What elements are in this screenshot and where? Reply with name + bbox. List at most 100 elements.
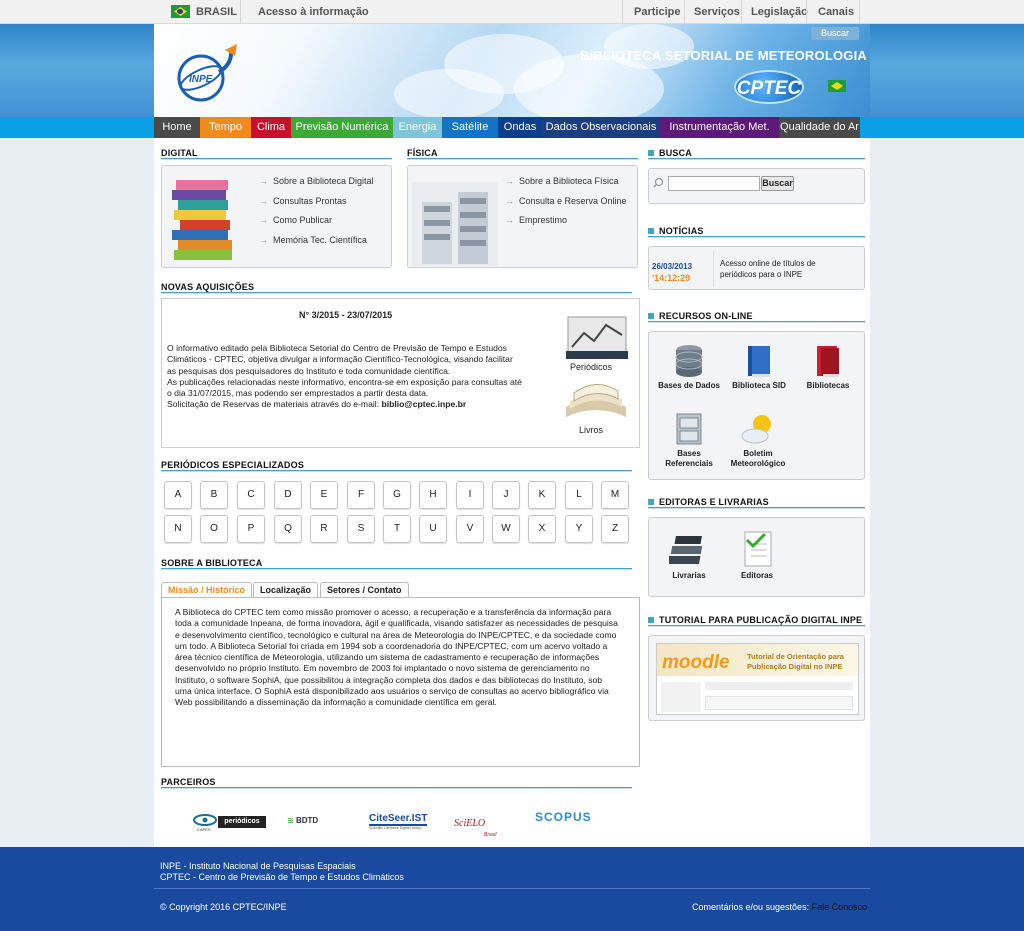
digital-link-consultas[interactable]: Consultas Prontas <box>273 196 347 206</box>
fisica-link-sobre[interactable]: Sobre a Biblioteca Física <box>519 176 619 186</box>
digital-link-publicar[interactable]: Como Publicar <box>273 215 332 225</box>
books-pile-icon <box>667 536 703 564</box>
header-search-button[interactable]: Buscar <box>811 27 859 40</box>
letter-button-i[interactable]: I <box>456 481 484 509</box>
letter-button-j[interactable]: J <box>492 481 520 509</box>
letter-button-q[interactable]: Q <box>274 515 302 543</box>
letter-button-l[interactable]: L <box>565 481 593 509</box>
filing-cabinet-icon <box>676 413 702 445</box>
digital-link-memoria[interactable]: Memória Tec. Científica <box>273 235 367 245</box>
letter-button-h[interactable]: H <box>419 481 447 509</box>
fisica-link-emprestimo[interactable]: Emprestimo <box>519 215 567 225</box>
language-flag-icon[interactable] <box>828 80 846 92</box>
novas-email-link[interactable]: biblio@cptec.inpe.br <box>381 399 466 409</box>
gov-canais-link[interactable]: Canais <box>818 6 854 18</box>
letter-button-k[interactable]: K <box>528 481 556 509</box>
recurso-boletim[interactable]: Boletim Meteorológico <box>723 412 793 469</box>
letter-button-c[interactable]: C <box>237 481 265 509</box>
bullet-square-icon <box>648 617 654 623</box>
tab-missao[interactable]: Missão / Histórico <box>161 582 253 598</box>
bookshelf-icon <box>412 182 498 266</box>
inpe-logo-icon[interactable]: INPE <box>175 42 243 104</box>
letter-button-n[interactable]: N <box>164 515 192 543</box>
letter-button-d[interactable]: D <box>274 481 302 509</box>
recurso-biblioteca-sid[interactable]: Biblioteca SID <box>727 344 791 390</box>
letter-button-s[interactable]: S <box>347 515 375 543</box>
partner-capes-logo[interactable]: CAPES <box>193 813 219 832</box>
letter-button-z[interactable]: Z <box>601 515 629 543</box>
gov-brasil-link[interactable]: BRASIL <box>196 6 237 18</box>
letter-button-t[interactable]: T <box>383 515 411 543</box>
partner-citeseer-logo[interactable]: CiteSeer.IST <box>369 813 428 826</box>
recurso-bases-referenciais[interactable]: Bases Referenciais <box>659 412 719 469</box>
livros-label[interactable]: Livros <box>579 425 603 435</box>
letter-button-b[interactable]: B <box>200 481 228 509</box>
letter-button-v[interactable]: V <box>456 515 484 543</box>
editoras-link[interactable]: Editoras <box>733 530 781 580</box>
checklist-icon <box>744 531 772 567</box>
fisica-link-consulta[interactable]: Consulta e Reserva Online <box>519 196 627 206</box>
livros-icon[interactable] <box>564 377 628 423</box>
partner-bdtd-logo[interactable]: ≋ BDTD <box>287 816 318 825</box>
footer <box>0 847 1024 931</box>
search-input[interactable] <box>668 176 760 191</box>
menu-item-ondas[interactable]: Ondas <box>498 117 542 138</box>
menu-item-instrumenta-o-met-[interactable]: Instrumentação Met. <box>660 117 779 138</box>
digital-link-sobre[interactable]: Sobre a Biblioteca Digital <box>273 176 374 186</box>
footer-copyright: © Copyright 2016 CPTEC/INPE <box>160 902 287 912</box>
gov-access-link[interactable]: Acesso à informação <box>258 6 369 18</box>
tab-setores[interactable]: Setores / Contato <box>320 582 409 598</box>
letter-button-e[interactable]: E <box>310 481 338 509</box>
search-button[interactable]: Buscar <box>761 176 794 191</box>
recurso-bibliotecas[interactable]: Bibliotecas <box>797 344 859 390</box>
weather-sun-cloud-icon <box>741 415 771 444</box>
noticias-title: NOTÍCIAS <box>659 226 704 236</box>
news-time: '14:12:29 <box>652 273 691 283</box>
letter-button-w[interactable]: W <box>492 515 520 543</box>
menu-item-tempo[interactable]: Tempo <box>200 117 251 138</box>
letter-button-r[interactable]: R <box>310 515 338 543</box>
menu-item-home[interactable]: Home <box>154 117 200 138</box>
bullet-square-icon <box>648 150 654 156</box>
letter-button-u[interactable]: U <box>419 515 447 543</box>
cptec-logo-icon[interactable]: CPTEC <box>734 70 804 104</box>
gov-servicos-link[interactable]: Serviços <box>694 6 740 18</box>
gov-participe-link[interactable]: Participe <box>634 6 680 18</box>
divider <box>684 0 685 24</box>
tutorial-box[interactable]: moodle Tutorial de Orientação para Public… <box>648 635 865 721</box>
gov-legislacao-link[interactable]: Legislação <box>751 6 808 18</box>
search-icon <box>653 177 664 188</box>
letter-button-m[interactable]: M <box>601 481 629 509</box>
novas-issue[interactable]: N° 3/2015 - 23/07/2015 <box>299 310 392 320</box>
letter-button-f[interactable]: F <box>347 481 375 509</box>
letter-button-a[interactable]: A <box>164 481 192 509</box>
news-headline-link[interactable]: Acesso online de títulos de periódicos pa… <box>720 258 816 280</box>
footer-contact-link[interactable]: Fale Conosco <box>812 902 868 912</box>
menu-item-sat-lite[interactable]: Satélite <box>442 117 498 138</box>
livrarias-link[interactable]: Livrarias <box>663 530 715 580</box>
menu-item-energia[interactable]: Energia <box>393 117 442 138</box>
tab-localizacao[interactable]: Localização <box>253 582 319 598</box>
noticias-box: 26/03/2013 '14:12:29 Acesso online de tí… <box>648 246 865 290</box>
divider <box>859 0 860 24</box>
letter-button-o[interactable]: O <box>200 515 228 543</box>
menu-item-previs-o-num-rica[interactable]: Previsão Numérica <box>291 117 393 138</box>
letter-button-y[interactable]: Y <box>565 515 593 543</box>
partner-scopus-logo[interactable]: SCOPUS <box>535 810 592 824</box>
letter-button-p[interactable]: P <box>237 515 265 543</box>
partner-periodicos-logo[interactable]: periódicos <box>218 816 266 828</box>
recurso-bases-dados[interactable]: Bases de Dados <box>655 344 723 390</box>
partner-scielo-logo[interactable]: SciELO <box>454 818 485 829</box>
menu-item-qualidade-do-ar[interactable]: Qualidade do Ar <box>779 117 860 138</box>
menu-item-dados-observacionais[interactable]: Dados Observacionais <box>542 117 660 138</box>
digital-box: → Sobre a Biblioteca Digital → Consultas P… <box>161 165 392 268</box>
letter-button-x[interactable]: X <box>528 515 556 543</box>
bullet-square-icon <box>648 228 654 234</box>
section-divider <box>648 321 865 323</box>
periodicos-icon[interactable] <box>566 313 628 359</box>
menu-item-clima[interactable]: Clima <box>251 117 291 138</box>
section-divider <box>161 787 632 789</box>
letter-button-g[interactable]: G <box>383 481 411 509</box>
periodicos-label[interactable]: Periódicos <box>570 362 612 372</box>
tutorial-thumbnail: moodle Tutorial de Orientação para Public… <box>656 643 859 715</box>
